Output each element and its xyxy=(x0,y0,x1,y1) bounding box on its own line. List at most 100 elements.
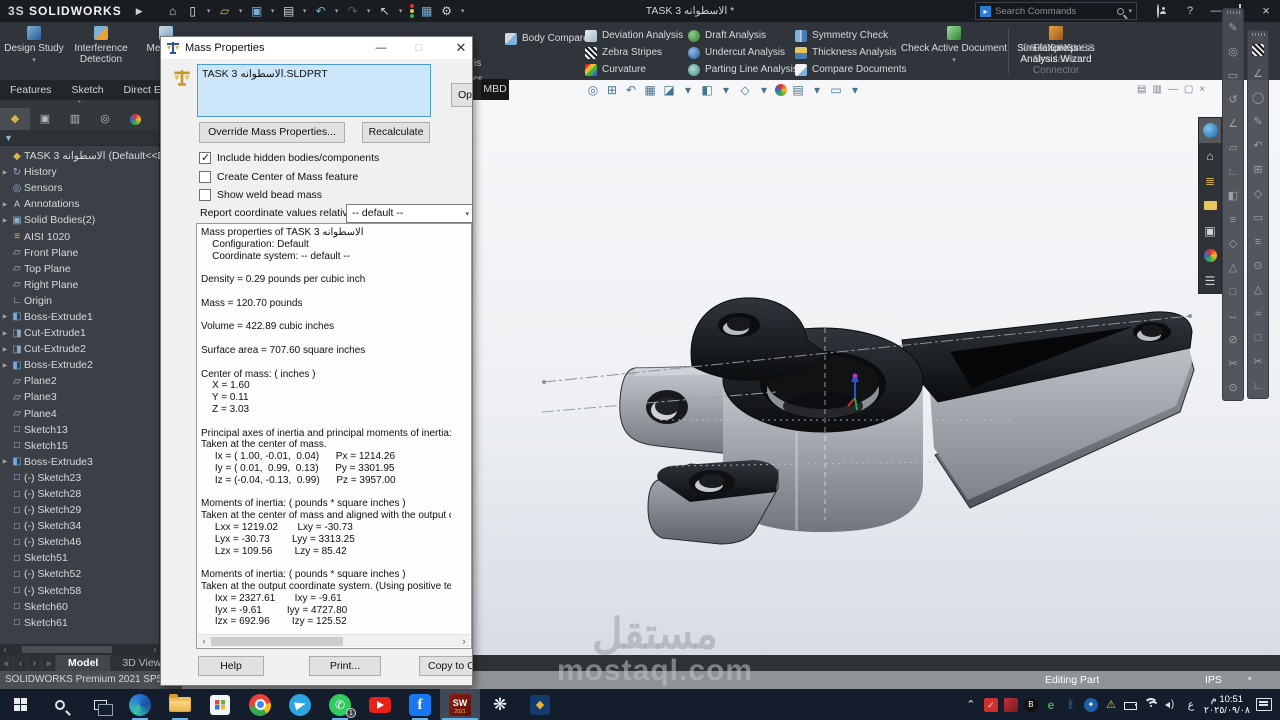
zoom-to-fit-icon[interactable]: ◎ xyxy=(585,83,601,97)
toolbar-icon[interactable]: ◇ xyxy=(1248,182,1268,206)
caret-icon[interactable]: ▾ xyxy=(680,83,696,97)
security-warning-icon[interactable]: ⚠ xyxy=(1104,698,1118,712)
toolbar-icon[interactable]: ◯ xyxy=(1248,86,1268,110)
toolbar-icon[interactable]: ◎ xyxy=(1223,40,1243,64)
doc-prev-icon[interactable]: ▤ xyxy=(1137,84,1146,95)
save-icon[interactable]: ▣ xyxy=(249,4,265,18)
toolbar-icon[interactable]: ⊞ xyxy=(1248,158,1268,182)
tree-horizontal-scrollbar[interactable]: ‹ › xyxy=(0,644,160,655)
checkbox-row[interactable]: Include hidden bodies/components xyxy=(199,149,379,168)
toolbar-icon[interactable]: ⊙ xyxy=(1248,254,1268,278)
toolbar-icon[interactable]: ▭ xyxy=(1248,206,1268,230)
bb-tray-icon[interactable]: B xyxy=(1024,698,1038,712)
featuremanager-tree-tab[interactable]: ◆ xyxy=(0,108,30,130)
section-view-icon[interactable]: ▦ xyxy=(642,83,658,97)
caret-icon[interactable]: ▾ xyxy=(269,7,277,15)
ribbon-item[interactable]: Thickness Analysis xyxy=(795,44,915,61)
solidworks-icon[interactable]: SW xyxy=(440,689,480,720)
toolbar-icon[interactable]: ≡ xyxy=(1248,230,1268,254)
dialog-close-icon[interactable]: ✕ xyxy=(451,37,471,59)
dialog-minimize-icon[interactable]: — xyxy=(371,37,391,59)
tree-item[interactable]: ▶ Solid Bodies(2) xyxy=(0,212,160,228)
bluetooth-icon[interactable]: ᛒ xyxy=(1064,698,1078,712)
results-horizontal-scrollbar[interactable]: ‹ › xyxy=(198,634,470,647)
doc-minimize-icon[interactable]: — xyxy=(1168,84,1178,95)
language-indicator[interactable]: ع xyxy=(1184,698,1198,712)
tab-nav-arrow-icon[interactable]: « xyxy=(0,655,14,671)
open-icon[interactable]: ▱ xyxy=(217,4,233,18)
tree-item[interactable]: (-) Sketch46 xyxy=(0,534,160,550)
caret-icon[interactable]: ▾ xyxy=(237,7,245,15)
action-center-icon[interactable] xyxy=(1256,698,1272,711)
youtube-icon[interactable] xyxy=(360,689,400,720)
ribbon-item[interactable]: Parting Line Analysis xyxy=(688,61,808,78)
toolbar-icon[interactable]: ∠ xyxy=(1248,62,1268,86)
display-manager-tab[interactable] xyxy=(120,108,150,130)
ribbon-item[interactable]: Curvature xyxy=(585,61,705,78)
tree-item[interactable]: AISI 1020 xyxy=(0,228,160,244)
appearances-icon[interactable] xyxy=(775,84,787,96)
caret-icon[interactable]: ▾ xyxy=(847,83,863,97)
custom-properties-icon[interactable]: ☰ xyxy=(1199,268,1221,293)
start-button[interactable] xyxy=(0,689,40,720)
close-window-icon[interactable]: × xyxy=(1256,0,1276,22)
copy-to-clipboard-button[interactable]: Copy to Clipboard xyxy=(419,656,473,676)
scroll-left-icon[interactable]: ‹ xyxy=(198,635,210,648)
previous-view-icon[interactable]: ↶ xyxy=(623,83,639,97)
tree-item[interactable]: (-) Sketch58 xyxy=(0,583,160,599)
options-gear-icon[interactable]: ⚙ xyxy=(439,4,455,18)
tree-item[interactable]: Right Plane xyxy=(0,277,160,293)
edge-icon[interactable] xyxy=(120,689,160,720)
tree-item[interactable]: Top Plane xyxy=(0,261,160,277)
tree-item[interactable]: Sketch60 xyxy=(0,599,160,615)
toolbar-icon[interactable]: △ xyxy=(1248,278,1268,302)
override-mass-properties-button[interactable]: Override Mass Properties... xyxy=(199,122,345,143)
toolbar-icon[interactable]: ✂ xyxy=(1248,350,1268,374)
search-input[interactable]: Search Commands xyxy=(995,6,1113,17)
taskbar-search-icon[interactable] xyxy=(40,689,80,720)
expand-arrow-icon[interactable]: ▶ xyxy=(0,346,10,353)
tree-item[interactable]: ▶ Cut-Extrude2 xyxy=(0,341,160,357)
ribbon-item[interactable]: Undercut Analysis xyxy=(688,44,808,61)
tree-item[interactable]: ▶ Boss-Extrude1 xyxy=(0,309,160,325)
display-board-icon[interactable]: ▦ xyxy=(419,4,435,18)
ribbon-item[interactable]: Symmetry Check xyxy=(795,27,915,44)
ribbon-item[interactable]: Zebra Stripes xyxy=(585,44,705,61)
toolbar-icon[interactable]: ∟ xyxy=(1248,374,1268,398)
toolbar-icon[interactable]: ⊙ xyxy=(1223,376,1243,400)
toolbar-icon[interactable]: ▭ xyxy=(1223,64,1243,88)
tree-item[interactable]: Sketch61 xyxy=(0,615,160,631)
new-document-icon[interactable]: ▯ xyxy=(185,4,201,18)
caret-icon[interactable]: ▾ xyxy=(756,83,772,97)
tab-sketch[interactable]: Sketch xyxy=(61,80,113,100)
3dexperience-tab-icon[interactable] xyxy=(1199,118,1221,143)
home-icon[interactable]: ⌂ xyxy=(165,4,181,18)
check-active-document-button[interactable]: Check Active Document▾ xyxy=(900,26,1008,66)
tab-nav-arrow-icon[interactable]: › xyxy=(28,655,42,671)
caret-icon[interactable]: ▾ xyxy=(397,7,405,15)
print-icon[interactable]: ▤ xyxy=(281,4,297,18)
tree-item[interactable]: ▶ Boss-Extrude2 xyxy=(0,357,160,373)
expand-arrow-icon[interactable]: ▶ xyxy=(0,458,10,465)
file-explorer-icon[interactable] xyxy=(160,689,200,720)
ribbon-item[interactable]: Compare Documents xyxy=(795,61,915,78)
tab-nav-arrow-icon[interactable]: ‹ xyxy=(14,655,28,671)
design-library-icon[interactable]: ≣ xyxy=(1199,168,1221,193)
tree-item[interactable]: (-) Sketch28 xyxy=(0,486,160,502)
selection-field[interactable]: TASK 3 الاسطوانه.SLDPRT xyxy=(197,64,431,117)
appearances-pane-icon[interactable] xyxy=(1199,243,1221,268)
tree-filter-field[interactable]: ▼ xyxy=(0,130,159,146)
security-key-tray-icon[interactable]: ✦ xyxy=(1084,698,1098,712)
tree-item[interactable]: (-) Sketch34 xyxy=(0,518,160,534)
interference-detection-button[interactable]: InterferenceDetection xyxy=(68,26,134,65)
recalculate-button[interactable]: Recalculate xyxy=(362,122,430,143)
panel-splitter-handle[interactable]: • xyxy=(0,100,159,108)
volume-icon[interactable] xyxy=(1164,698,1178,712)
floxpress-analysis-wizard[interactable]: FloXpress Analysis Wizard xyxy=(1012,26,1100,65)
view-palette-icon[interactable]: ▣ xyxy=(1199,218,1221,243)
downloader-tray-icon[interactable]: e xyxy=(1044,698,1058,712)
undo-icon[interactable]: ↶ xyxy=(313,4,329,18)
mass-properties-results-box[interactable]: Mass properties of TASK 3 الاسطوانه Conf… xyxy=(196,223,472,649)
tree-item[interactable]: ▶ History xyxy=(0,164,160,180)
scrollbar-thumb[interactable] xyxy=(211,637,343,646)
